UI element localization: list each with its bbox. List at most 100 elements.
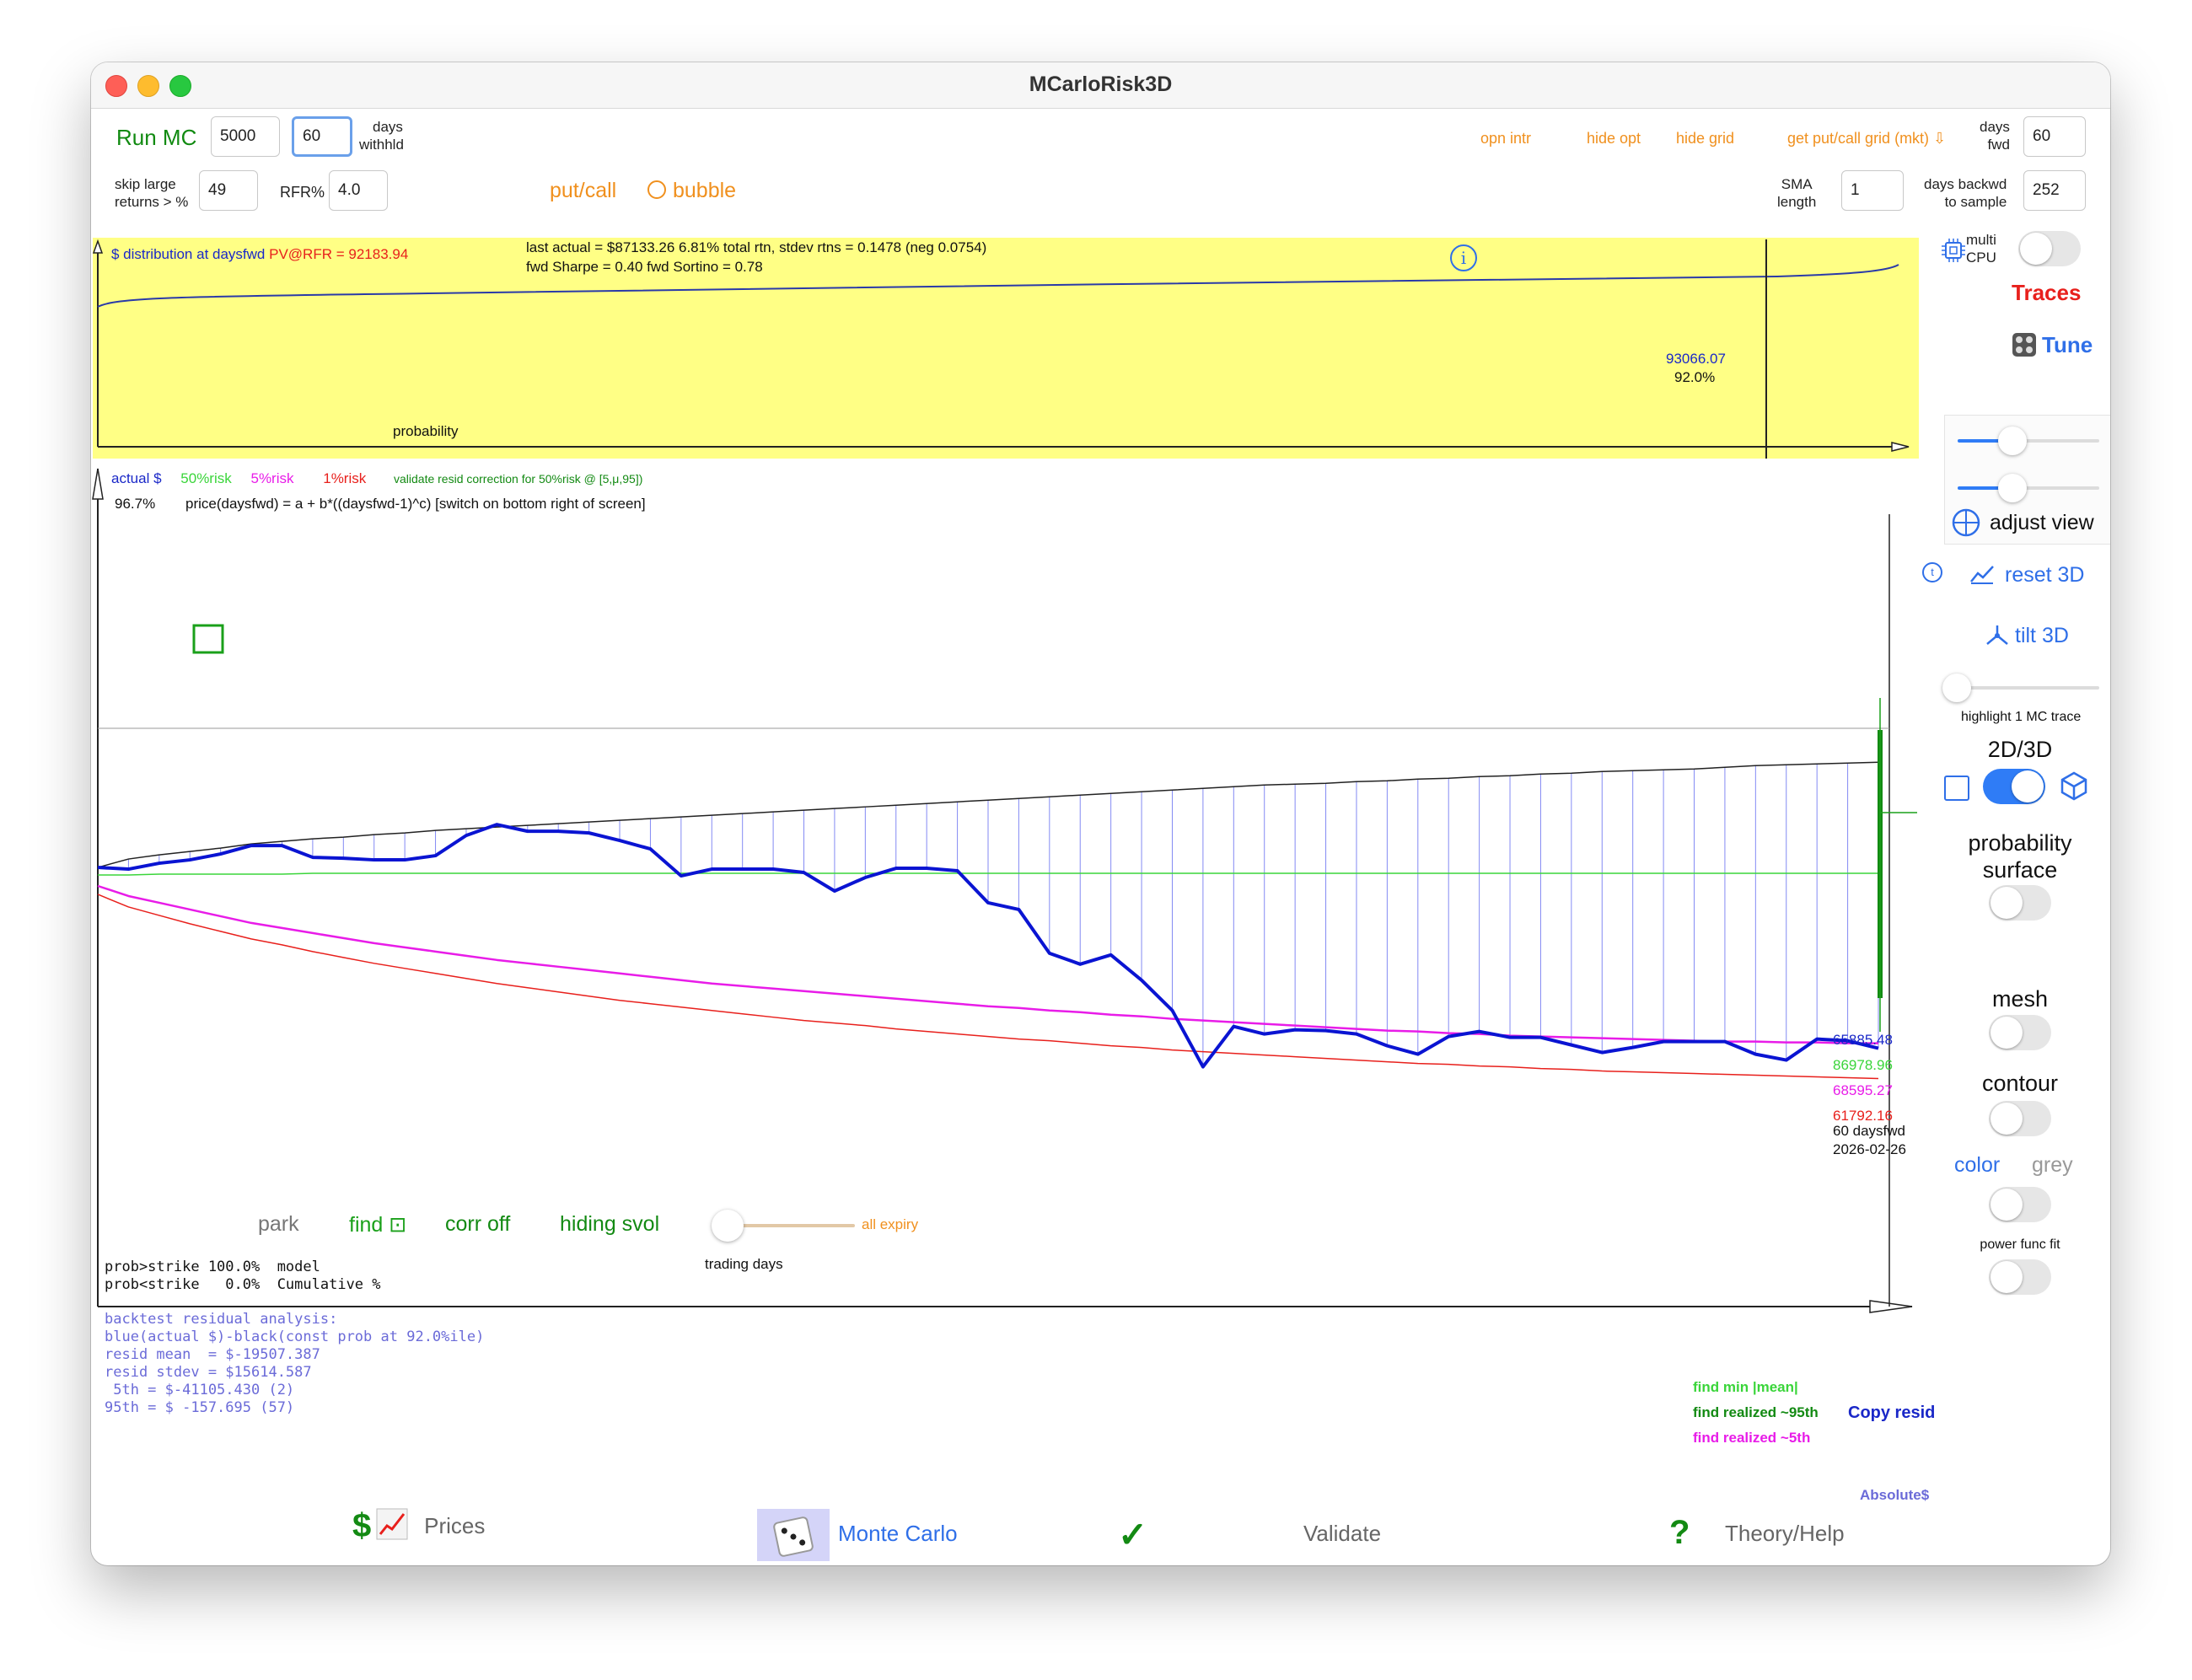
hide-options-button[interactable]: hide opt (1587, 130, 1641, 148)
reset-3d-button[interactable]: reset 3D (2005, 563, 2084, 588)
mesh-label: mesh (1991, 986, 2049, 1012)
dice-icon-graphic (781, 1527, 806, 1546)
tab-validate[interactable]: Validate (1303, 1521, 1381, 1547)
validate-note: validate resid correction for 50%risk @ … (393, 472, 643, 486)
highlight-slider-knob[interactable] (1942, 674, 1971, 702)
tab-prices-label: Prices (424, 1513, 486, 1538)
toggle-knob (1991, 1261, 2023, 1293)
tune-button[interactable]: Tune (2042, 332, 2093, 358)
find-button[interactable]: find ⊡ (349, 1212, 406, 1237)
absolute-dollar-button[interactable]: Absolute$ (1860, 1487, 1929, 1504)
dist-x-axis-arrow (1891, 442, 1910, 452)
end-value-1: 61792.16 (1833, 1108, 1893, 1124)
sma-length-field[interactable] (1841, 170, 1904, 211)
cpu-icon-graphic (1942, 239, 1965, 262)
expiry-slider-track[interactable] (728, 1224, 855, 1227)
multi-cpu-toggle[interactable] (2018, 231, 2081, 266)
main-x-axis-arrow (1869, 1300, 1913, 1313)
highlight-trace-label: highlight 1 MC trace (1961, 710, 2082, 724)
dollar-icon: $ (352, 1507, 372, 1544)
find-realized-5th-button[interactable]: find realized ~5th (1693, 1430, 1810, 1447)
days-backward-field[interactable] (2023, 170, 2086, 211)
copy-resid-button[interactable]: Copy resid (1848, 1404, 1935, 1423)
sma-length-label: SMA length (1777, 175, 1816, 211)
days-fwd-label-line2: fwd (1987, 137, 2010, 153)
days-withheld-field[interactable] (292, 116, 352, 157)
legend-actual: actual $ (111, 470, 162, 486)
skip-large-returns-label: skip large returns > % (115, 175, 188, 211)
expiry-slider-knob[interactable] (712, 1210, 744, 1242)
legend-50-risk: 50%risk (180, 470, 232, 486)
dist-title-label: $ distribution at daysfwd (111, 246, 266, 262)
find-realized-95th-button[interactable]: find realized ~95th (1693, 1404, 1819, 1421)
2d-3d-toggle[interactable] (1983, 769, 2045, 804)
toggle-knob (1991, 1017, 2023, 1049)
clock-icon[interactable]: t (1922, 562, 1942, 582)
power-func-fit-label: power func fit (1980, 1237, 2060, 1252)
adjust-view-button[interactable]: adjust view (1990, 511, 2094, 535)
tab-prices[interactable]: $ Prices (352, 1507, 485, 1546)
view-slider-2-knob[interactable] (1998, 474, 2027, 502)
radio-circle-icon (647, 180, 666, 199)
mesh-toggle[interactable] (1989, 1015, 2051, 1050)
marker-percent: 92.0% (1674, 369, 1716, 385)
highlight-slider-track[interactable] (1959, 686, 2099, 690)
end-value-5: 68595.27 (1833, 1082, 1893, 1098)
get-put-call-grid-button[interactable]: get put/call grid (mkt) ⇩ (1787, 130, 1946, 148)
rfr-field[interactable] (329, 170, 388, 211)
bubble-radio[interactable]: bubble (647, 179, 736, 203)
hiding-svol-button[interactable]: hiding svol (560, 1212, 659, 1237)
prob-surface-line1: probability (1968, 830, 2072, 856)
put-call-button[interactable]: put/call (550, 179, 616, 203)
color-grey-toggle[interactable] (1989, 1187, 2051, 1222)
find-min-mean-button[interactable]: find min |mean| (1693, 1379, 1798, 1396)
sma-label-line2: length (1777, 194, 1817, 210)
marker-value: 93066.07 (1666, 351, 1726, 367)
checkmark-icon: ✓ (1118, 1515, 1148, 1554)
color-option[interactable]: color (1954, 1153, 2000, 1178)
chart-up-icon (375, 1507, 409, 1545)
days-backward-label: days backwd to sample (1924, 175, 2007, 211)
traces-button[interactable]: Traces (2012, 280, 2081, 306)
park-button[interactable]: park (258, 1212, 299, 1237)
open-interest-button[interactable]: opn intr (1480, 130, 1531, 148)
chart-percent: 96.7% (115, 496, 156, 512)
power-func-fit-toggle[interactable] (1989, 1259, 2051, 1295)
chart-formula: price(daysfwd) = a + b*((daysfwd-1)^c) [… (185, 496, 646, 512)
backtest-title: backtest residual analysis: (105, 1311, 338, 1328)
multi-cpu-label: multi CPU (1966, 231, 1996, 266)
axes-icon (1986, 625, 2008, 645)
days-fwd-field[interactable] (2023, 116, 2086, 157)
tab-monte-carlo[interactable]: Monte Carlo (838, 1521, 958, 1547)
rfr-label: RFR% (280, 184, 325, 201)
adjust-view-icon (1951, 507, 1981, 542)
dist-stats-line1: last actual = $87133.26 6.81% total rtn,… (526, 239, 987, 255)
run-mc-button[interactable]: Run MC (116, 125, 196, 151)
end-daysfwd: 60 daysfwd (1833, 1123, 1905, 1139)
question-icon: ? (1669, 1514, 1690, 1551)
info-icon[interactable]: i (1450, 244, 1477, 271)
days-withheld-label-line1: days (373, 119, 403, 135)
grey-option[interactable]: grey (2032, 1153, 2073, 1178)
probability-surface-toggle[interactable] (1989, 885, 2051, 921)
probability-surface-label: probability surface (1936, 829, 2104, 883)
corr-off-button[interactable]: corr off (445, 1212, 510, 1237)
hide-grid-button[interactable]: hide grid (1676, 130, 1734, 148)
skip-large-returns-field[interactable] (199, 170, 258, 211)
tilt-3d-button[interactable]: tilt 3D (2015, 624, 2069, 648)
chart-up-icon-graphic (376, 1508, 408, 1540)
cpu-icon (1941, 238, 1965, 262)
mc-count-field[interactable] (211, 116, 280, 157)
contour-label: contour (1981, 1071, 2059, 1096)
distribution-chart (92, 239, 1910, 459)
multi-cpu-line2: CPU (1966, 250, 1996, 266)
contour-toggle[interactable] (1989, 1101, 2051, 1136)
toggle-knob (1991, 887, 2023, 919)
end-date: 2026-02-26 (1833, 1141, 1906, 1157)
tab-theory-help[interactable]: Theory/Help (1725, 1521, 1845, 1547)
days-fwd-label: days fwd (1980, 118, 2010, 153)
skip-label-line2: returns > % (115, 194, 189, 210)
selection-box[interactable] (192, 624, 224, 654)
view-slider-1-knob[interactable] (1998, 427, 2027, 455)
days-back-label-line1: days backwd (1924, 176, 2007, 192)
